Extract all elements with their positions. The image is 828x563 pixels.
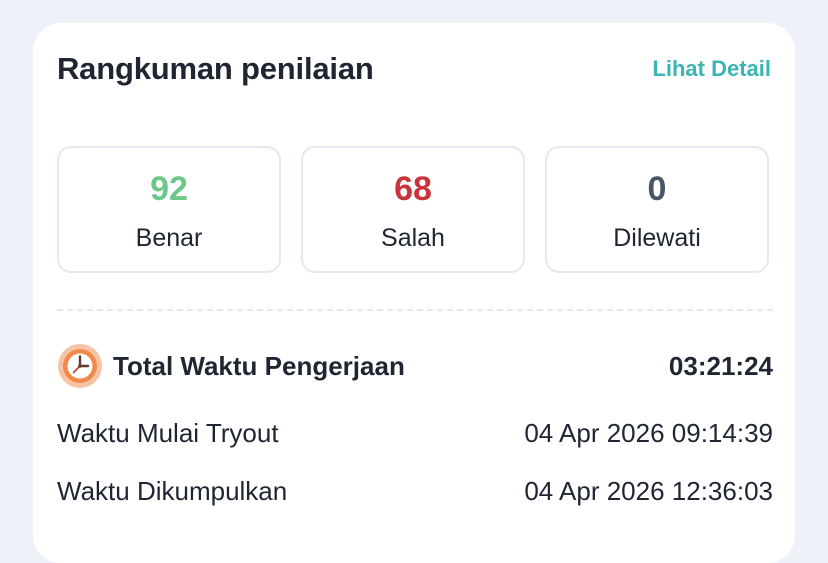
stat-wrong-label: Salah [381,224,445,252]
start-time-value: 04 Apr 2026 09:14:39 [524,418,773,448]
stat-correct-value: 92 [150,170,188,208]
stat-skipped-label: Dilewati [613,224,701,252]
submit-time-label: Waktu Dikumpulkan [57,476,288,506]
card-title: Rangkuman penilaian [57,51,374,86]
total-time-value: 03:21:24 [668,351,773,381]
stat-skipped-value: 0 [647,170,667,208]
stat-skipped: 0 Dilewati [545,146,769,273]
total-time-label: Total Waktu Pengerjaan [113,351,405,381]
stat-wrong-value: 68 [394,170,432,208]
clock-icon [58,344,102,388]
start-time-row: Waktu Mulai Tryout 04 Apr 2026 09:14:39 [57,418,773,452]
total-time-row: Total Waktu Pengerjaan 03:21:24 [57,343,773,389]
submit-time-row: Waktu Dikumpulkan 04 Apr 2026 12:36:03 [57,476,773,510]
view-detail-link[interactable]: Lihat Detail [652,56,771,82]
stat-correct: 92 Benar [57,146,281,273]
start-time-label: Waktu Mulai Tryout [57,418,279,448]
stat-wrong: 68 Salah [301,146,525,273]
dashed-divider [57,309,773,311]
stat-correct-label: Benar [135,224,203,252]
stats-group: 92 Benar 68 Salah 0 Dilewati [57,146,773,276]
assessment-summary-card: Rangkuman penilaian Lihat Detail 92 Bena… [33,23,795,563]
submit-time-value: 04 Apr 2026 12:36:03 [524,476,773,506]
